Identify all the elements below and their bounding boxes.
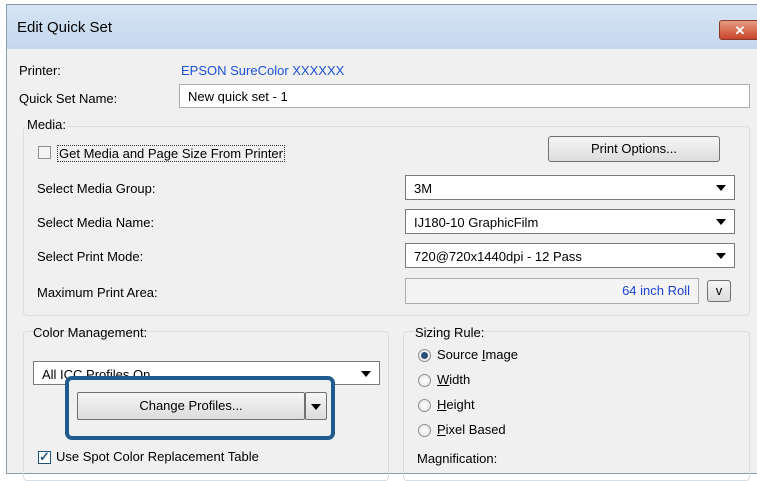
radio-pixel-based-label: Pixel Based <box>437 422 506 437</box>
chevron-down-icon <box>716 185 726 191</box>
spot-color-label: Use Spot Color Replacement Table <box>56 449 259 464</box>
print-options-button[interactable]: Print Options... <box>548 136 720 162</box>
spot-color-checkbox[interactable] <box>38 449 51 465</box>
color-management-title: Color Management: <box>33 325 148 340</box>
quick-set-name-input[interactable]: New quick set - 1 <box>179 84 750 108</box>
title-bar: Edit Quick Set ✕ <box>7 5 757 49</box>
print-mode-value: 720@720x1440dpi - 12 Pass <box>414 249 582 264</box>
radio-width[interactable] <box>418 374 431 387</box>
printer-value: EPSON SureColor XXXXXX <box>181 63 345 78</box>
print-mode-dropdown[interactable]: 720@720x1440dpi - 12 Pass <box>405 243 735 268</box>
max-print-area-button[interactable]: v <box>707 280 731 302</box>
media-group-select-label: Select Media Group: <box>37 181 156 196</box>
media-name-value: IJ180-10 GraphicFilm <box>414 215 539 230</box>
radio-width-label: Width <box>437 372 471 387</box>
sizing-rule-title: Sizing Rule: <box>415 325 485 340</box>
chevron-down-icon <box>361 371 371 377</box>
media-name-select-label: Select Media Name: <box>37 215 155 230</box>
chevron-down-icon <box>311 404 321 410</box>
printer-label: Printer: <box>19 63 61 78</box>
max-print-area-value: 64 inch Roll <box>405 278 699 304</box>
chevron-down-icon <box>716 253 726 259</box>
radio-height[interactable] <box>418 399 431 412</box>
radio-height-label: Height <box>437 397 475 412</box>
radio-source-image-label: Source Image <box>437 347 518 362</box>
media-name-dropdown[interactable]: IJ180-10 GraphicFilm <box>405 209 735 234</box>
magnification-label: Magnification: <box>417 451 498 466</box>
edit-quick-set-dialog: Edit Quick Set ✕ Printer: EPSON SureColo… <box>6 4 757 481</box>
chevron-down-icon <box>716 219 726 225</box>
media-group-dropdown[interactable]: 3M <box>405 175 735 200</box>
dialog-title: Edit Quick Set <box>17 19 113 36</box>
media-group-title: Media: <box>25 117 69 132</box>
get-media-from-printer-checkbox[interactable] <box>38 146 51 159</box>
print-mode-select-label: Select Print Mode: <box>37 249 144 264</box>
get-media-from-printer-label[interactable]: Get Media and Page Size From Printer <box>57 145 285 162</box>
radio-source-image[interactable] <box>418 349 431 362</box>
quick-set-name-label: Quick Set Name: <box>19 91 118 106</box>
change-profiles-button[interactable]: Change Profiles... <box>77 392 305 420</box>
radio-pixel-based[interactable] <box>418 424 431 437</box>
close-button[interactable]: ✕ <box>719 20 757 40</box>
change-profiles-dropdown-button[interactable] <box>305 392 327 420</box>
media-group-value: 3M <box>414 181 433 196</box>
max-print-area-label: Maximum Print Area: <box>37 285 158 300</box>
